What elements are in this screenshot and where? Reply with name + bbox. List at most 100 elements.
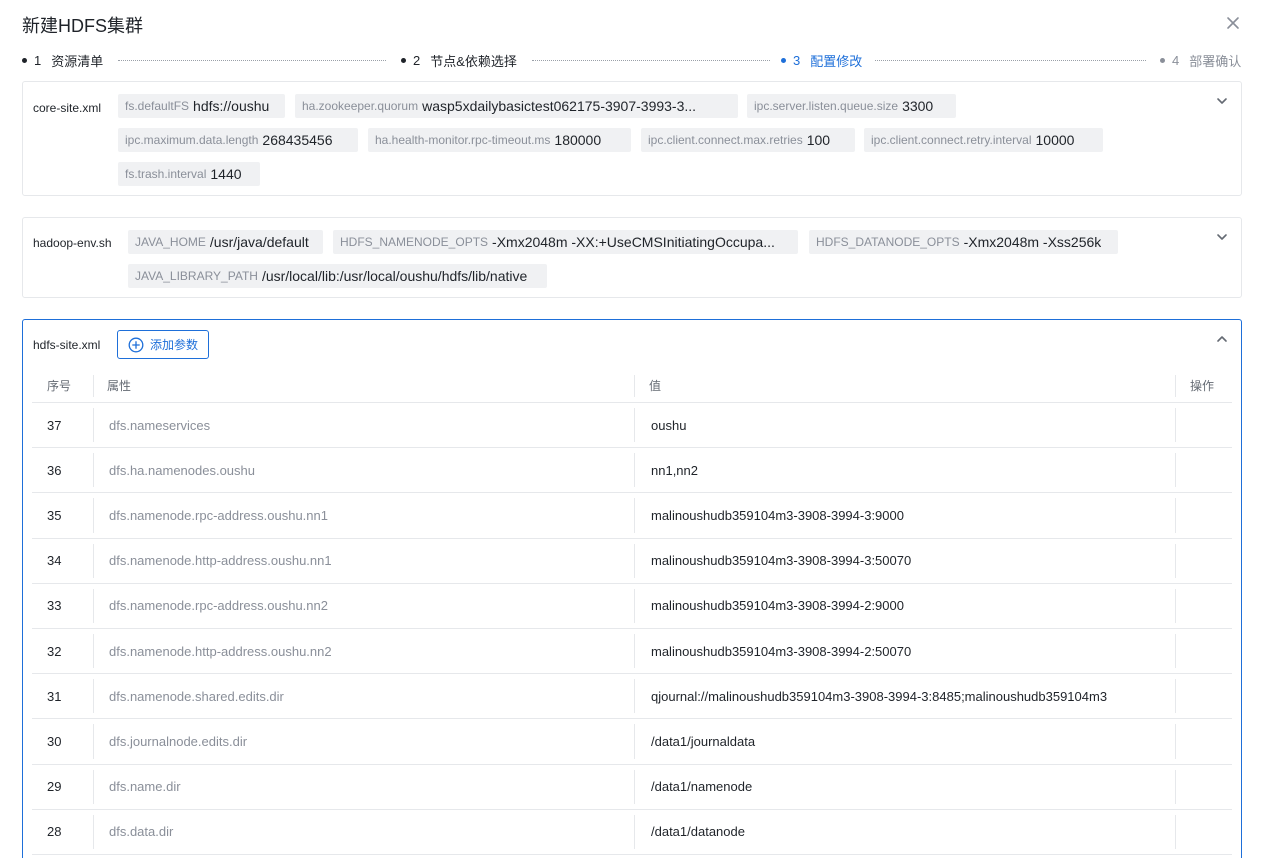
row-key[interactable]: dfs.namenode.rpc-address.oushu.nn1 xyxy=(109,493,629,537)
cell-divider xyxy=(93,814,94,849)
core-site-card: core-site.xml fs.defaultFS hdfs://oushu … xyxy=(22,81,1242,196)
step-dot xyxy=(781,57,786,63)
table-row[interactable]: 29 dfs.name.dir/data1/namenode xyxy=(32,765,1232,810)
param-value: 100 xyxy=(806,132,831,148)
row-key[interactable]: dfs.name.dir xyxy=(109,765,629,809)
step-connector xyxy=(875,60,1146,61)
param-tag[interactable]: JAVA_LIBRARY_PATH /usr/local/lib:/usr/lo… xyxy=(128,264,547,288)
row-value[interactable]: malinoushudb359104m3-3908-3994-2:9000 xyxy=(651,584,1146,628)
row-value[interactable]: /data1/journaldata xyxy=(651,719,1146,763)
cell-divider xyxy=(634,769,635,804)
step-label: 配置修改 xyxy=(810,53,863,69)
card-label: hdfs-site.xml xyxy=(33,338,101,352)
cell-divider xyxy=(634,543,635,578)
row-value[interactable]: /data1/namenode xyxy=(651,765,1146,809)
table-row[interactable]: 28 dfs.data.dir/data1/datanode xyxy=(32,810,1232,855)
table-row[interactable]: 34 dfs.namenode.http-address.oushu.nn1 mal… xyxy=(32,539,1232,584)
cell-divider xyxy=(1175,679,1176,714)
param-key: fs.trash.interval xyxy=(125,167,207,181)
add-param-button[interactable]: 添加参数 xyxy=(117,330,210,359)
table-row[interactable]: 30 dfs.journalnode.edits.dir/data1/journa… xyxy=(32,719,1232,765)
col-value: 值 xyxy=(649,379,662,393)
row-key[interactable]: dfs.nameservices xyxy=(109,403,629,447)
row-key[interactable]: dfs.namenode.http-address.oushu.nn1 xyxy=(109,539,629,583)
hdfs-site-card: hdfs-site.xml 添加参数 序号 属性 值 操作 37 dfs.name… xyxy=(22,319,1242,858)
table-row[interactable]: 32 dfs.namenode.http-address.oushu.nn2 mal… xyxy=(32,629,1232,675)
row-key[interactable]: dfs.namenode.http-address.oushu.nn2 xyxy=(109,629,629,673)
param-tag[interactable]: HDFS_DATANODE_OPTS -Xmx2048m -Xss256k xyxy=(809,230,1118,254)
step-connector xyxy=(532,60,770,61)
row-value[interactable]: qjournal://malinoushudb359104m3-3908-399… xyxy=(651,674,1146,718)
row-value[interactable]: malinoushudb359104m3-3908-3994-3:9000 xyxy=(651,493,1146,537)
close-icon[interactable] xyxy=(1224,14,1242,32)
cell-divider xyxy=(1175,408,1176,443)
cell-divider xyxy=(93,633,94,669)
row-key[interactable]: dfs.data.dir xyxy=(109,810,629,854)
table-row[interactable]: 36 dfs.ha.namenodes.oushu nn1,nn2 xyxy=(32,448,1232,494)
row-key[interactable]: dfs.namenode.shared.edits.dir xyxy=(109,674,629,718)
param-tag[interactable]: HDFS_NAMENODE_OPTS -Xmx2048m -XX:+UseCMS… xyxy=(333,230,798,254)
param-value: -Xmx2048m -XX:+UseCMSInitiatingOccupa... xyxy=(492,234,775,250)
cell-divider xyxy=(1175,453,1176,488)
row-value[interactable]: malinoushudb359104m3-3908-3994-3:50070 xyxy=(651,539,1146,583)
cell-divider xyxy=(1175,498,1176,533)
step-number: 3 xyxy=(793,52,801,68)
table-row[interactable]: 37 dfs.nameservices oushu xyxy=(32,403,1232,449)
step-dot xyxy=(401,57,406,63)
cell-divider xyxy=(1175,588,1176,623)
step-number: 2 xyxy=(413,52,421,68)
row-value[interactable]: /data1/datanode xyxy=(651,810,1146,854)
table-row[interactable]: 35 dfs.namenode.rpc-address.oushu.nn1 mali… xyxy=(32,493,1232,539)
param-tag[interactable]: fs.defaultFS hdfs://oushu xyxy=(118,94,285,118)
cell-divider xyxy=(93,679,94,714)
table-row[interactable]: 31 dfs.namenode.shared.edits.dir qjournal:… xyxy=(32,674,1232,720)
param-key: JAVA_HOME xyxy=(135,235,206,249)
param-tag[interactable]: ipc.client.connect.retry.interval 10000 xyxy=(864,128,1103,152)
row-number: 36 xyxy=(47,462,62,478)
row-value[interactable]: nn1,nn2 xyxy=(651,448,1146,492)
step-config[interactable]: 3 配置修改 xyxy=(781,50,862,70)
row-number: 30 xyxy=(47,733,62,749)
row-number: 35 xyxy=(47,507,62,523)
param-value: wasp5xdailybasictest062175-3907-3993-3..… xyxy=(422,98,697,114)
row-value[interactable]: oushu xyxy=(651,403,1146,447)
cell-divider xyxy=(93,724,94,759)
param-tag[interactable]: ipc.server.listen.queue.size 3300 xyxy=(747,94,956,118)
cell-divider xyxy=(634,588,635,623)
cell-divider xyxy=(634,633,635,669)
row-value[interactable]: malinoushudb359104m3-3908-3994-2:50070 xyxy=(651,629,1146,673)
param-tag[interactable]: ipc.client.connect.max.retries 100 xyxy=(641,128,855,152)
row-key[interactable]: dfs.journalnode.edits.dir xyxy=(109,719,629,763)
row-number: 32 xyxy=(47,643,62,659)
table-row[interactable]: 33 dfs.namenode.rpc-address.oushu.nn2 mali… xyxy=(32,584,1232,629)
param-tag[interactable]: fs.trash.interval 1440 xyxy=(118,162,260,186)
step-number: 1 xyxy=(34,52,42,68)
hadoop-env-card: hadoop-env.sh JAVA_HOME /usr/java/defaul… xyxy=(22,217,1242,298)
cell-divider xyxy=(93,453,94,488)
step-dot xyxy=(1160,57,1165,63)
plus-circle-icon xyxy=(128,337,144,352)
param-key: JAVA_LIBRARY_PATH xyxy=(135,269,258,283)
chevron-up-icon[interactable] xyxy=(1215,332,1229,346)
param-tag[interactable]: ha.zookeeper.quorum wasp5xdailybasictest… xyxy=(295,94,738,118)
stepper: 1 资源清单 2 节点&依赖选择 3 配置修改 4 部署确认 xyxy=(22,50,1244,70)
cell-divider xyxy=(93,543,94,578)
cell-divider xyxy=(93,769,94,804)
col-divider xyxy=(93,375,94,397)
chevron-down-icon[interactable] xyxy=(1215,230,1229,244)
chevron-down-icon[interactable] xyxy=(1215,94,1229,108)
row-number: 33 xyxy=(47,598,62,614)
step-nodes[interactable]: 2 节点&依赖选择 xyxy=(401,50,517,70)
step-label: 节点&依赖选择 xyxy=(430,53,517,69)
param-tag[interactable]: ipc.maximum.data.length 268435456 xyxy=(118,128,358,152)
param-key: HDFS_DATANODE_OPTS xyxy=(816,235,960,249)
param-tag[interactable]: JAVA_HOME /usr/java/default xyxy=(128,230,323,254)
table-header: 序号 属性 值 操作 xyxy=(32,370,1232,403)
step-resources[interactable]: 1 资源清单 xyxy=(22,50,103,70)
param-tag[interactable]: ha.health-monitor.rpc-timeout.ms 180000 xyxy=(368,128,631,152)
row-key[interactable]: dfs.ha.namenodes.oushu xyxy=(109,448,629,492)
card-label: core-site.xml xyxy=(33,101,102,115)
row-key[interactable]: dfs.namenode.rpc-address.oushu.nn2 xyxy=(109,584,629,628)
param-key: ipc.maximum.data.length xyxy=(125,133,259,147)
step-confirm[interactable]: 4 部署确认 xyxy=(1160,50,1241,70)
